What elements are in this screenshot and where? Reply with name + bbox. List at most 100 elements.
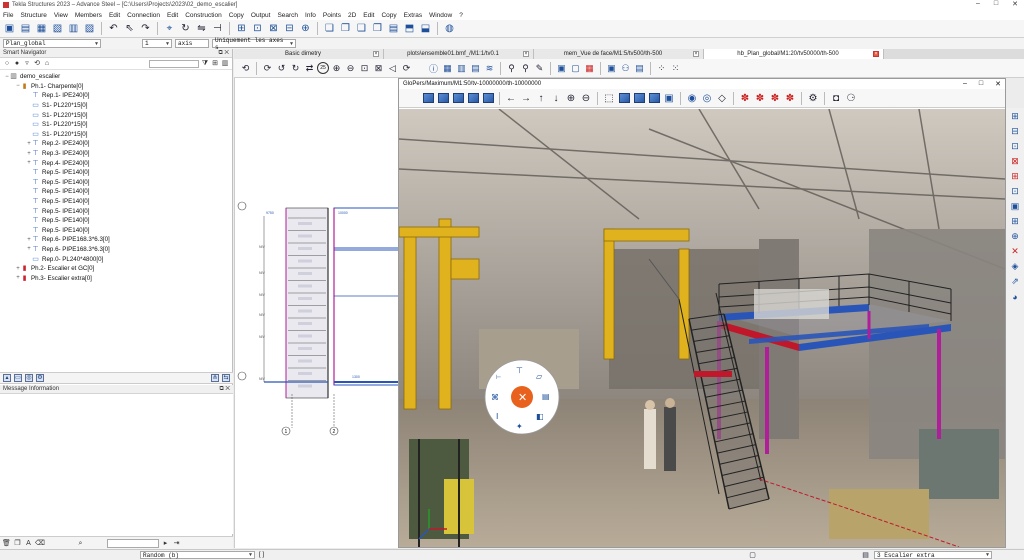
- clash-marker-icon[interactable]: ✽: [783, 91, 797, 105]
- message-title-buttons[interactable]: ⧉ ✕: [219, 386, 230, 393]
- measure-tool-icon[interactable]: ⊢: [496, 374, 501, 381]
- menu-points[interactable]: Points: [323, 12, 341, 19]
- open-file-icon[interactable]: ▤: [18, 21, 33, 36]
- menu-view[interactable]: View: [54, 12, 68, 19]
- nc-icon[interactable]: ❒: [370, 21, 385, 36]
- print-icon[interactable]: ▥: [66, 21, 81, 36]
- expand-icon[interactable]: ▴: [3, 374, 11, 382]
- copy-icon[interactable]: ❐: [13, 539, 22, 548]
- filter-select[interactable]: Uniquement les axes s ▼: [212, 37, 296, 51]
- maximize-icon[interactable]: □: [979, 80, 983, 88]
- plate-tool-icon[interactable]: ▱: [536, 372, 543, 381]
- rotate-icon[interactable]: ↻: [178, 21, 193, 36]
- selection-mode-select[interactable]: Random (b) ▼: [140, 551, 255, 559]
- clash-check-icon[interactable]: ✽: [738, 91, 752, 105]
- target-icon[interactable]: ◎: [25, 374, 33, 382]
- scale-icon[interactable]: 25: [317, 62, 329, 74]
- ortho-icon[interactable]: ▣: [1009, 200, 1022, 213]
- pointer-icon[interactable]: ⇗: [1009, 275, 1022, 288]
- trash-icon[interactable]: 🗑: [2, 539, 11, 548]
- phase-select[interactable]: 3 Escalier extra ▼: [874, 551, 993, 559]
- globe-icon[interactable]: ◍: [442, 21, 457, 36]
- list-icon[interactable]: ❑: [354, 21, 369, 36]
- ucs-view-icon[interactable]: ⊡: [250, 21, 265, 36]
- section-box-icon[interactable]: ▣: [662, 91, 676, 105]
- save-as-icon[interactable]: ▧: [50, 21, 65, 36]
- model-view-icon[interactable]: ▤: [633, 62, 646, 75]
- snap-center-icon[interactable]: ⊡: [1009, 140, 1022, 153]
- status-phase-icon[interactable]: ▤: [861, 551, 870, 560]
- mirror-icon[interactable]: ⇋: [194, 21, 209, 36]
- zoom-in-icon[interactable]: ⊕: [564, 91, 578, 105]
- grid-icon[interactable]: ⊞: [211, 60, 219, 68]
- tree-item[interactable]: + ⊤ Rep.2- IPE240[0]: [4, 139, 232, 149]
- beam-tool-icon[interactable]: ⊤: [516, 366, 523, 375]
- shaded-cube-icon[interactable]: [617, 91, 631, 105]
- menu-edit-2[interactable]: Edit: [167, 12, 178, 19]
- point-icon[interactable]: ⌖: [162, 21, 177, 36]
- bom-icon[interactable]: ▤: [386, 21, 401, 36]
- tree-item[interactable]: ⊤ Rep.5- IPE140[0]: [4, 168, 232, 178]
- tree-item[interactable]: ▭ Rep.0- PL240*4800[0]: [4, 254, 232, 264]
- axis-select[interactable]: axis: [175, 39, 209, 48]
- menu-file[interactable]: File: [3, 12, 13, 19]
- column-tool-icon[interactable]: Ⅰ: [496, 412, 498, 421]
- sync-icon[interactable]: ⇆: [222, 374, 230, 382]
- menu-edit-3[interactable]: Edit: [363, 12, 374, 19]
- render-icon[interactable]: ▣: [555, 62, 568, 75]
- tree-item[interactable]: + ⊤ Rep.6- PIPE168.3*6.3[0]: [4, 235, 232, 245]
- circle-icon[interactable]: ○: [3, 60, 11, 68]
- menu-window[interactable]: Window: [429, 12, 452, 19]
- info-icon[interactable]: ⓘ: [427, 62, 440, 75]
- refresh-icon[interactable]: ⟲: [33, 60, 41, 68]
- play-icon[interactable]: ▸: [161, 539, 170, 548]
- snap-intersect-icon[interactable]: ⊠: [1009, 155, 1022, 168]
- orbit-left-icon[interactable]: ↺: [275, 62, 288, 75]
- home-icon[interactable]: ⌂: [43, 60, 51, 68]
- tree-item[interactable]: ⊤ Rep.5- IPE140[0]: [4, 178, 232, 188]
- clash-list-icon[interactable]: ✽: [753, 91, 767, 105]
- arrow-right-icon[interactable]: →: [519, 91, 533, 105]
- isolate-icon[interactable]: ◇: [715, 91, 729, 105]
- tab-close-icon[interactable]: ×: [373, 51, 379, 57]
- sphere-icon[interactable]: ◕: [1009, 290, 1022, 303]
- navigator-search-input[interactable]: [149, 59, 199, 68]
- view-cube-right-icon[interactable]: [466, 91, 480, 105]
- tab-close-icon[interactable]: ×: [873, 51, 879, 57]
- close-icon[interactable]: ✕: [1012, 0, 1018, 8]
- menu-copy-2[interactable]: Copy: [381, 12, 396, 19]
- view-cube-front-icon[interactable]: [421, 91, 435, 105]
- new-file-icon[interactable]: ▣: [2, 21, 17, 36]
- tree-item[interactable]: ⊤ Rep.1- IPE240[0]: [4, 91, 232, 101]
- connection-tool-icon[interactable]: ▤: [542, 392, 550, 401]
- arrow-left-icon[interactable]: ←: [504, 91, 518, 105]
- settings-icon[interactable]: ⚙: [806, 91, 820, 105]
- menu-copy[interactable]: Copy: [229, 12, 244, 19]
- layer-select[interactable]: 1 ▼: [142, 39, 172, 48]
- tree-item[interactable]: ⊤ Rep.5- IPE140[0]: [4, 226, 232, 236]
- redo-icon[interactable]: ↷: [138, 21, 153, 36]
- menu-structure[interactable]: Structure: [20, 12, 46, 19]
- document-tab[interactable]: Basic dimetry ×: [234, 49, 384, 59]
- brush-icon[interactable]: ✎: [533, 62, 546, 75]
- eye-hide-icon[interactable]: ◉: [685, 91, 699, 105]
- tree-item[interactable]: + ▮ Ph.3- Escalier extra[0]: [4, 273, 232, 283]
- tab-close-icon[interactable]: ×: [523, 51, 529, 57]
- color-grid-icon[interactable]: ▦: [583, 62, 596, 75]
- settings-icon[interactable]: ⚙: [36, 374, 44, 382]
- tree-item[interactable]: ⊤ Rep.5- IPE140[0]: [4, 216, 232, 226]
- arrow-up-icon[interactable]: ↑: [534, 91, 548, 105]
- project-icon[interactable]: ▨: [82, 21, 97, 36]
- pan-icon[interactable]: ⇄: [303, 62, 316, 75]
- delete-icon[interactable]: ✕: [1009, 245, 1022, 258]
- edit-tool-icon[interactable]: ◧: [536, 412, 544, 421]
- funnel-icon[interactable]: ▿: [23, 60, 31, 68]
- tree-item[interactable]: + ▮ Ph.2- Escalier et GC[0]: [4, 264, 232, 274]
- navigator-title-buttons[interactable]: ⧉ ✕: [218, 50, 229, 57]
- menu-2d[interactable]: 2D: [348, 12, 356, 19]
- ucs-object-icon[interactable]: ⊠: [266, 21, 281, 36]
- filter-icon[interactable]: ⧩: [201, 60, 209, 68]
- snap-end-icon[interactable]: ⊞: [1009, 110, 1022, 123]
- point-cloud-scene[interactable]: ✕ ⊤ ▱ ▤ ◧ ✦ Ⅰ ⌘ ⊢: [399, 109, 1005, 547]
- snap-near-icon[interactable]: ⊡: [1009, 185, 1022, 198]
